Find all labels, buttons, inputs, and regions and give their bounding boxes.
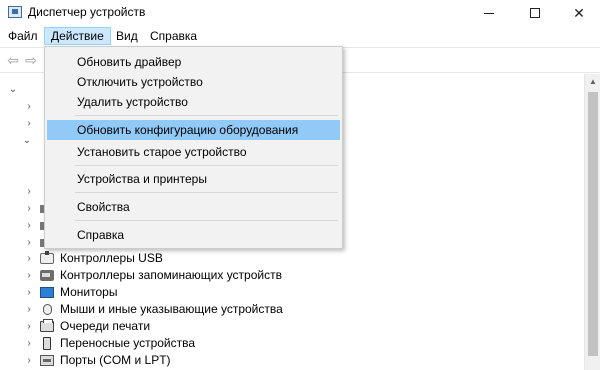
maximize-icon [530,8,540,18]
menu-bar: Файл Действие Вид Справка [0,26,600,46]
tree-item-storage-controllers[interactable]: › Контроллеры запоминающих устройств [0,267,584,284]
tree-item-label: Мыши и иные указывающие устройства [60,302,283,316]
expand-arrow-icon[interactable]: › [24,301,34,318]
menu-item-help[interactable]: Справка [47,225,340,245]
device-manager-app-icon [8,6,22,18]
expand-arrow-icon[interactable]: › [24,335,34,352]
tree-item-mice[interactable]: › Мыши и иные указывающие устройства [0,301,584,318]
menu-item-uninstall-device[interactable]: Удалить устройство [47,92,340,112]
expand-arrow-icon[interactable]: › [24,234,34,251]
menu-separator [75,115,338,116]
tree-item-label: Мониторы [60,285,118,299]
expand-arrow-icon[interactable]: › [24,250,34,267]
menu-file[interactable]: Файл [2,27,44,45]
usb-icon [40,251,54,264]
menu-item-update-driver[interactable]: Обновить драйвер [47,52,340,72]
action-menu-dropdown: Обновить драйвер Отключить устройство Уд… [44,46,343,249]
menu-item-disable-device[interactable]: Отключить устройство [47,72,340,92]
scroll-up-arrow-icon[interactable]: ▲ [585,74,600,90]
title-bar: Диспетчер устройств ✕ [0,0,600,26]
minimize-icon [484,12,494,14]
minimize-button[interactable] [466,0,512,26]
tree-item-usb-controllers[interactable]: › Контроллеры USB [0,250,584,267]
collapse-arrow-icon[interactable]: ⌄ [8,81,18,98]
expand-arrow-icon[interactable]: › [24,352,34,369]
close-button[interactable]: ✕ [556,0,600,26]
portable-device-icon [43,337,51,350]
tree-item-label: Очереди печати [60,319,151,333]
expand-arrow-icon[interactable]: › [24,183,34,200]
tree-item-label: Порты (COM и LPT) [60,353,171,367]
tree-item-monitors[interactable]: › Мониторы [0,284,584,301]
expand-arrow-icon[interactable]: › [24,115,34,132]
menu-help[interactable]: Справка [144,27,203,45]
menu-separator [75,165,338,166]
tree-item-label: Контроллеры запоминающих устройств [60,268,282,282]
tree-item-label: Переносные устройства [60,336,196,350]
menu-item-add-legacy-hardware[interactable]: Установить старое устройство [47,142,340,162]
tree-item-ports[interactable]: › Порты (COM и LPT) [0,352,584,369]
expand-arrow-icon[interactable]: › [24,267,34,284]
printer-icon [40,319,54,332]
expand-arrow-icon[interactable]: › [24,217,34,234]
menu-item-properties[interactable]: Свойства [47,197,340,217]
expand-arrow-icon[interactable]: › [24,98,34,115]
storage-controller-icon [40,270,54,281]
expand-arrow-icon[interactable]: › [24,200,34,217]
menu-action[interactable]: Действие [44,27,111,45]
expand-arrow-icon[interactable]: › [24,284,34,301]
ports-icon [40,355,54,366]
monitor-icon [40,287,54,298]
close-icon: ✕ [573,4,585,21]
forward-arrow-icon[interactable]: ⇨ [22,52,40,68]
menu-separator [75,220,338,221]
tree-item-label: Контроллеры USB [60,251,163,265]
maximize-button[interactable] [512,0,558,26]
scroll-thumb[interactable] [588,92,598,356]
menu-view[interactable]: Вид [110,27,144,45]
tree-item-print-queues[interactable]: › Очереди печати [0,318,584,335]
mouse-icon [43,304,52,315]
menu-separator [75,192,338,193]
back-arrow-icon[interactable]: ⇦ [4,52,22,68]
window-title: Диспетчер устройств [28,5,146,19]
vertical-scrollbar[interactable]: ▲ [584,74,600,370]
collapse-arrow-icon[interactable]: ⌄ [22,132,32,149]
expand-arrow-icon[interactable]: › [24,318,34,335]
menu-item-devices-and-printers[interactable]: Устройства и принтеры [47,169,340,189]
menu-item-scan-hardware-changes[interactable]: Обновить конфигурацию оборудования [47,120,340,140]
tree-item-portable-devices[interactable]: › Переносные устройства [0,335,584,352]
